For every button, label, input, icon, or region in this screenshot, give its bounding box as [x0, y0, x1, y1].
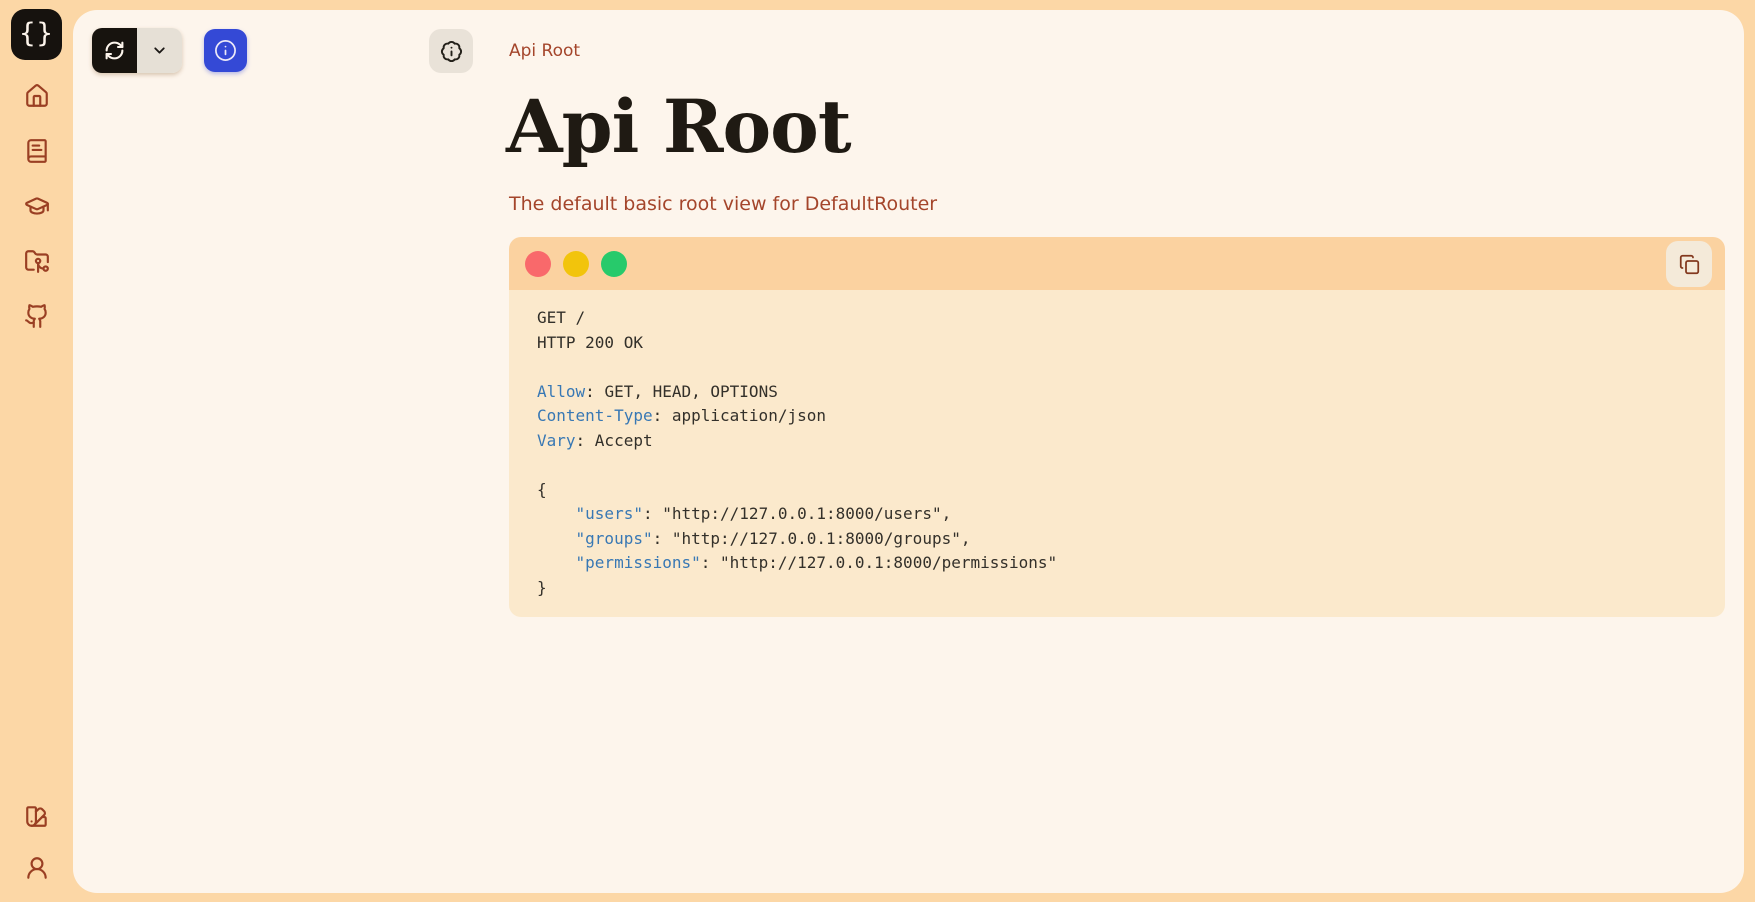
sidebar-item-github[interactable]	[24, 303, 50, 329]
sidebar-item-learn[interactable]	[24, 193, 50, 219]
sidebar: {}	[0, 0, 73, 902]
blank-line	[537, 355, 1697, 380]
page-title: Api Root	[506, 82, 851, 173]
copy-icon	[1679, 254, 1700, 275]
sidebar-item-home[interactable]	[24, 83, 50, 109]
sidebar-item-docs[interactable]	[24, 138, 50, 164]
json-key: "users"	[537, 504, 643, 523]
request-line: GET /	[537, 306, 1697, 331]
json-close-brace: }	[537, 576, 1697, 601]
json-entry-permissions: "permissions": "http://127.0.0.1:8000/pe…	[537, 551, 1697, 576]
refresh-icon	[104, 40, 125, 61]
json-entry-users: "users": "http://127.0.0.1:8000/users",	[537, 502, 1697, 527]
json-entry-groups: "groups": "http://127.0.0.1:8000/groups"…	[537, 527, 1697, 552]
folder-git-icon	[24, 248, 50, 274]
options-info-button[interactable]	[204, 29, 247, 72]
json-key: "groups"	[537, 529, 653, 548]
main-panel: Api Root Api Root The default basic root…	[73, 10, 1744, 893]
user-icon	[24, 855, 50, 881]
braces-logo-glyph: {}	[19, 18, 54, 52]
terminal-titlebar	[509, 237, 1725, 290]
window-dot-yellow	[563, 251, 589, 277]
theme-switcher-button[interactable]	[24, 803, 50, 829]
copy-button[interactable]	[1666, 241, 1712, 287]
response-header-allow: Allow: GET, HEAD, OPTIONS	[537, 380, 1697, 405]
refresh-dropdown-button[interactable]	[137, 28, 182, 73]
window-dot-red	[525, 251, 551, 277]
header-value: : application/json	[653, 406, 826, 425]
header-key: Vary	[537, 431, 576, 450]
sidebar-item-api[interactable]	[24, 248, 50, 274]
json-value: : "http://127.0.0.1:8000/permissions"	[701, 553, 1057, 572]
header-value: : Accept	[576, 431, 653, 450]
account-button[interactable]	[24, 855, 50, 881]
sidebar-nav	[0, 83, 73, 329]
status-line: HTTP 200 OK	[537, 331, 1697, 356]
view-description-button[interactable]	[429, 29, 473, 73]
sidebar-bottom-nav	[0, 803, 73, 881]
header-key: Allow	[537, 382, 585, 401]
swatch-book-icon	[24, 803, 50, 829]
badge-info-icon	[440, 40, 463, 63]
chevron-down-icon	[151, 42, 168, 59]
refresh-button[interactable]	[92, 28, 137, 73]
response-header-vary: Vary: Accept	[537, 429, 1697, 454]
breadcrumb[interactable]: Api Root	[509, 41, 580, 61]
github-icon	[24, 303, 50, 329]
header-key: Content-Type	[537, 406, 653, 425]
json-key: "permissions"	[537, 553, 701, 572]
blank-line	[537, 453, 1697, 478]
json-value: : "http://127.0.0.1:8000/groups",	[653, 529, 971, 548]
response-terminal-card: GET / HTTP 200 OK Allow: GET, HEAD, OPTI…	[509, 237, 1725, 617]
circle-info-icon	[214, 39, 237, 62]
header-value: : GET, HEAD, OPTIONS	[585, 382, 778, 401]
refresh-split-button	[92, 28, 182, 73]
book-text-icon	[24, 138, 50, 164]
response-header-content-type: Content-Type: application/json	[537, 404, 1697, 429]
app-logo[interactable]: {}	[11, 9, 62, 60]
http-response: GET / HTTP 200 OK Allow: GET, HEAD, OPTI…	[509, 290, 1725, 617]
json-open-brace: {	[537, 478, 1697, 503]
window-dot-green	[601, 251, 627, 277]
page-subtitle: The default basic root view for DefaultR…	[509, 193, 937, 215]
house-icon	[24, 83, 50, 109]
json-value: : "http://127.0.0.1:8000/users",	[643, 504, 951, 523]
graduation-cap-icon	[24, 193, 50, 219]
